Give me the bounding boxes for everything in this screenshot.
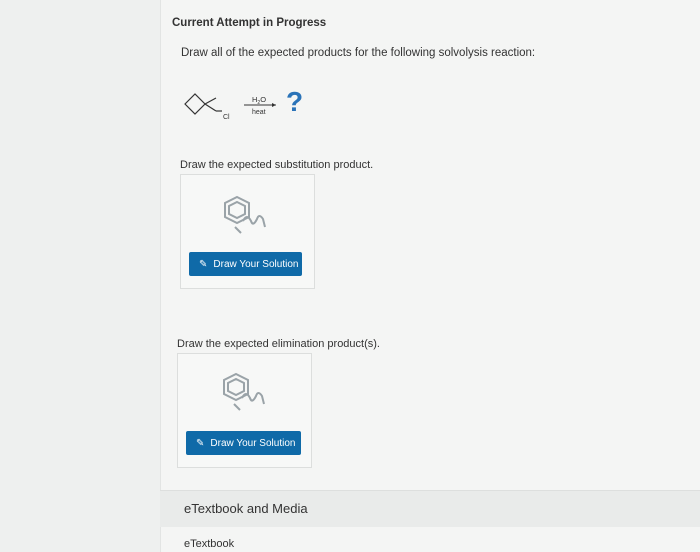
molecule-editor-icon: [224, 195, 266, 234]
substitution-draw-button[interactable]: ✎ Draw Your Solution: [189, 252, 302, 276]
cyclobutane-reactant: [184, 93, 222, 115]
elimination-draw-button-label: Draw Your Solution: [210, 437, 296, 449]
question-prompt: Draw all of the expected products for th…: [181, 47, 536, 59]
substitution-label: Draw the expected substitution product.: [180, 159, 374, 171]
etextbook-section-title[interactable]: eTextbook and Media: [184, 501, 308, 516]
pencil-icon: ✎: [196, 437, 205, 449]
attempt-heading: Current Attempt in Progress: [172, 17, 327, 29]
elimination-label: Draw the expected elimination product(s)…: [177, 338, 380, 350]
substitution-draw-button-label: Draw Your Solution: [213, 258, 299, 270]
leaving-group-label: Cl: [223, 114, 230, 121]
reagent-top-label: H2O: [252, 95, 266, 106]
etextbook-link[interactable]: eTextbook: [184, 538, 234, 550]
substitution-answer-box[interactable]: ✎ Draw Your Solution: [180, 174, 315, 289]
product-placeholder: ?: [286, 86, 304, 117]
pencil-icon: ✎: [199, 258, 208, 270]
reagent-bottom-label: heat: [252, 109, 266, 116]
elimination-answer-box[interactable]: ✎ Draw Your Solution: [177, 353, 312, 468]
elimination-draw-button[interactable]: ✎ Draw Your Solution: [186, 431, 301, 455]
molecule-editor-icon: [223, 372, 265, 411]
